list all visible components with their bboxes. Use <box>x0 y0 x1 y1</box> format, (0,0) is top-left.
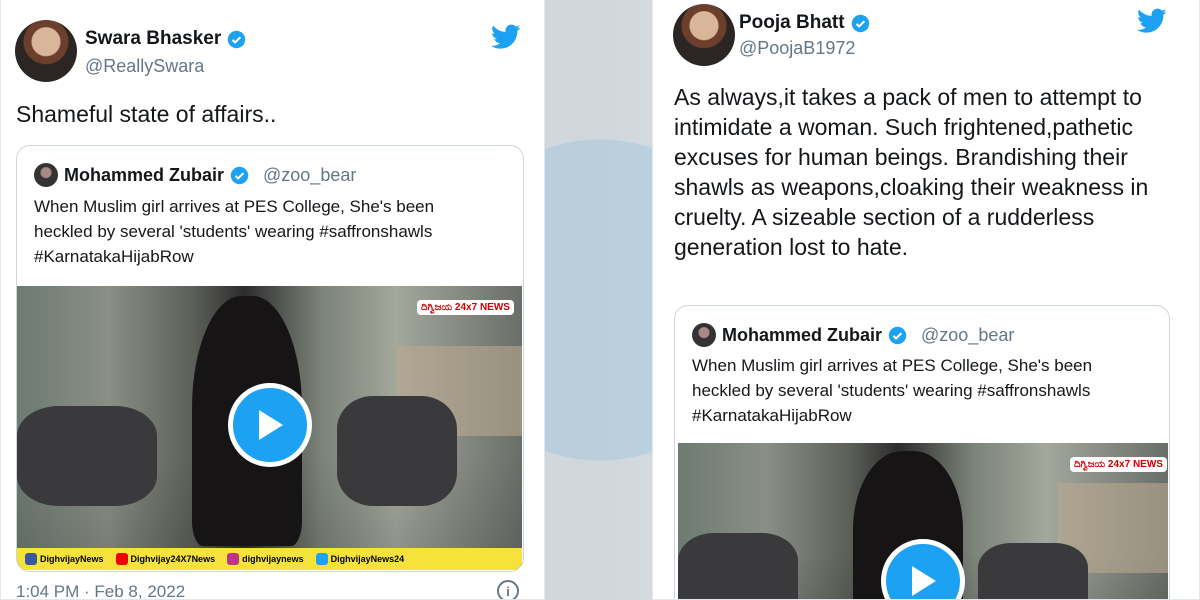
play-icon <box>912 566 936 596</box>
video-motorbike <box>337 396 457 506</box>
tweet-text: Shameful state of affairs.. <box>16 101 277 127</box>
quote-author-handle[interactable]: @zoo_bear <box>263 165 356 186</box>
tweet-timestamp[interactable]: 1:04 PM · Feb 8, 2022 <box>16 582 185 599</box>
video-motorbike <box>17 406 157 506</box>
quote-author-name[interactable]: Mohammed Zubair <box>722 325 882 346</box>
author-handle[interactable]: @ReallySwara <box>85 56 204 77</box>
author-handle[interactable]: @PoojaB1972 <box>739 38 855 59</box>
quote-author-name[interactable]: Mohammed Zubair <box>64 165 224 186</box>
play-button[interactable] <box>228 383 312 467</box>
video-motorbike <box>978 543 1088 599</box>
video-player[interactable]: ದಿಗ್ವಿಜಯ 24x7 NEWS <box>678 443 1168 599</box>
facebook-icon <box>25 553 37 565</box>
play-icon <box>259 410 283 440</box>
avatar[interactable] <box>673 4 735 66</box>
quoted-tweet[interactable]: Mohammed Zubair @zoo_bear When Muslim gi… <box>16 145 524 572</box>
tweet-card-left[interactable]: Swara Bhasker @ReallySwara Shameful stat… <box>0 0 545 600</box>
quote-text: When Muslim girl arrives at PES College,… <box>34 197 435 266</box>
tweet-text: As always,it takes a pack of men to atte… <box>674 84 1149 260</box>
channel-logo: ದಿಗ್ವಿಜಯ 24x7 NEWS <box>1070 457 1167 472</box>
verified-badge-icon <box>888 326 907 344</box>
quote-author-handle[interactable]: @zoo_bear <box>921 325 1014 346</box>
tweet-card-right[interactable]: Pooja Bhatt @PoojaB1972 As always,it tak… <box>652 0 1200 600</box>
social-instagram: dighvijaynews <box>227 553 304 565</box>
quote-avatar[interactable] <box>34 163 58 187</box>
channel-logo: ದಿಗ್ವಿಜಯ 24x7 NEWS <box>417 300 514 315</box>
twitter-icon <box>315 553 328 565</box>
quoted-tweet[interactable]: Mohammed Zubair @zoo_bear When Muslim gi… <box>674 305 1170 599</box>
video-motorbike <box>678 533 798 599</box>
social-twitter: DighvijayNews24 <box>315 553 404 565</box>
social-facebook: DighvijayNews <box>25 553 104 565</box>
author-name[interactable]: Pooja Bhatt <box>739 12 870 34</box>
video-player[interactable]: ದಿಗ್ವಿಜಯ 24x7 NEWS DighvijayNews Dighvij… <box>17 286 522 570</box>
avatar[interactable] <box>15 20 77 82</box>
info-icon[interactable]: i <box>497 580 519 599</box>
instagram-icon <box>227 553 240 565</box>
social-handles-bar: DighvijayNews Dighvijay24X7News dighvija… <box>17 548 522 570</box>
verified-badge-icon <box>228 30 246 48</box>
twitter-bird-icon[interactable] <box>1137 8 1167 34</box>
verified-badge-icon <box>230 166 249 184</box>
social-youtube: Dighvijay24X7News <box>115 553 215 565</box>
author-name[interactable]: Swara Bhasker <box>85 28 246 50</box>
twitter-bird-icon[interactable] <box>491 24 521 50</box>
quote-text: When Muslim girl arrives at PES College,… <box>692 356 1093 425</box>
verified-badge-icon <box>851 14 869 32</box>
quote-avatar[interactable] <box>692 323 716 347</box>
youtube-icon <box>115 553 128 565</box>
